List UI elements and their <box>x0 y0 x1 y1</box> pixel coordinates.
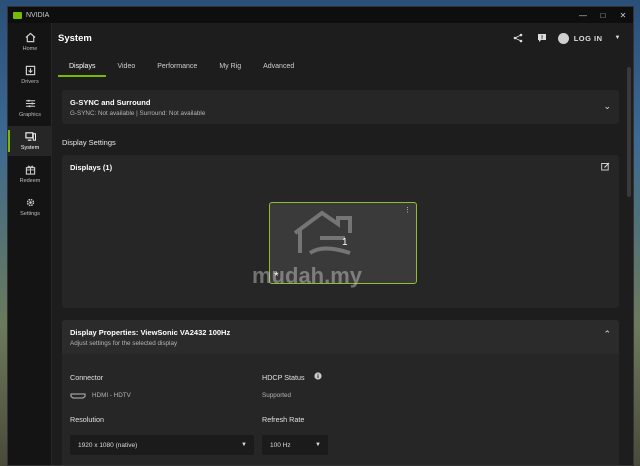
tab-advanced[interactable]: Advanced <box>252 55 305 77</box>
display-properties-panel: Display Properties: ViewSonic VA2432 100… <box>62 320 619 465</box>
close-button[interactable]: ✕ <box>613 11 633 20</box>
nvidia-app-window: NVIDIA — □ ✕ Home Drivers Graphics Syste… <box>7 6 634 466</box>
sidebar-item-redeem[interactable]: Redeem <box>8 159 52 189</box>
refresh-rate-value: 100 Hz <box>270 441 291 449</box>
display-properties-header[interactable]: Display Properties: ViewSonic VA2432 100… <box>62 320 619 354</box>
minimize-button[interactable]: — <box>573 11 593 20</box>
display-settings-heading: Display Settings <box>62 138 116 147</box>
tab-performance[interactable]: Performance <box>146 55 208 77</box>
sidebar-item-label: System <box>20 145 40 151</box>
hdmi-icon <box>70 393 86 398</box>
gsync-subtitle: G-SYNC: Not available | Surround: Not av… <box>70 110 206 117</box>
connector-label: Connector <box>70 373 104 382</box>
tab-video[interactable]: Video <box>106 55 146 77</box>
monitor-icon <box>24 132 36 141</box>
connector-text: HDMI - HDTV <box>92 392 131 399</box>
feedback-icon <box>537 34 546 42</box>
main-content: System LOG IN ▼ Displays Video Performan… <box>52 23 633 465</box>
avatar <box>557 32 569 44</box>
display-properties-subtitle: Adjust settings for the selected display <box>70 340 178 347</box>
feedback-button[interactable] <box>534 30 550 46</box>
gift-icon <box>25 165 35 175</box>
maximize-button[interactable]: □ <box>593 11 613 20</box>
tab-bar: Displays Video Performance My Rig Advanc… <box>58 55 305 77</box>
resolution-dropdown[interactable]: 1920 x 1080 (native) ▼ <box>70 435 254 455</box>
chevron-down-icon: ▼ <box>315 442 321 448</box>
gsync-title: G-SYNC and Surround <box>70 98 151 107</box>
hdcp-label: HDCP Status <box>262 373 305 382</box>
sidebar-item-drivers[interactable]: Drivers <box>8 60 52 90</box>
download-icon <box>25 65 35 76</box>
resolution-value: 1920 x 1080 (native) <box>78 441 138 449</box>
sidebar-item-settings[interactable]: Settings <box>8 192 52 222</box>
gsync-panel[interactable]: G-SYNC and Surround G-SYNC: Not availabl… <box>62 90 619 124</box>
login-label: LOG IN <box>573 33 603 43</box>
title-bar: NVIDIA — □ ✕ <box>8 7 633 23</box>
tab-my-rig[interactable]: My Rig <box>208 55 252 77</box>
sidebar-item-label: Graphics <box>18 112 41 118</box>
page-title: System <box>58 32 92 44</box>
sidebar-item-graphics[interactable]: Graphics <box>8 93 52 123</box>
display-properties-title: Display Properties: ViewSonic VA2432 100… <box>70 328 231 337</box>
app-name: NVIDIA <box>26 11 50 19</box>
scrollbar[interactable] <box>627 67 631 197</box>
sidebar-item-home[interactable]: Home <box>8 27 52 57</box>
refresh-rate-label: Refresh Rate <box>262 415 305 424</box>
sidebar-item-label: Home <box>22 46 38 52</box>
watermark-logo-icon <box>293 210 352 255</box>
watermark-text: mudah.my <box>252 263 363 288</box>
home-icon <box>25 32 35 43</box>
gear-icon <box>26 198 34 207</box>
sidebar-item-label: Redeem <box>19 178 41 184</box>
share-button[interactable] <box>510 30 526 46</box>
sidebar-item-label: Settings <box>20 211 40 217</box>
header: System LOG IN ▼ <box>52 23 633 53</box>
connector-value: HDMI - HDTV <box>70 392 131 399</box>
displays-title: Displays (1) <box>70 163 113 172</box>
resolution-label: Resolution <box>70 415 104 424</box>
chevron-down-icon[interactable]: ⌄ <box>603 101 611 112</box>
login-button[interactable]: LOG IN ▼ <box>557 32 621 44</box>
share-icon <box>513 33 523 43</box>
tab-displays[interactable]: Displays <box>58 55 107 77</box>
sidebar-item-label: Drivers <box>21 79 39 85</box>
more-options-icon[interactable]: ⋮ <box>404 206 411 214</box>
chevron-down-icon: ▼ <box>614 35 621 41</box>
sidebar-item-system[interactable]: System <box>8 126 52 156</box>
sidebar: Home Drivers Graphics System Redeem Sett… <box>8 23 52 465</box>
refresh-rate-dropdown[interactable]: 100 Hz ▼ <box>262 435 328 455</box>
chevron-up-icon[interactable]: ⌃ <box>603 329 611 340</box>
monitor-number: 1 <box>342 237 348 248</box>
info-icon[interactable] <box>314 372 322 380</box>
displays-panel: Displays (1) ⋮ 1 * mudah.my <box>62 155 619 308</box>
sliders-icon <box>25 99 35 108</box>
nvidia-logo-icon <box>13 11 22 19</box>
hdcp-value: Supported <box>262 392 292 399</box>
chevron-down-icon: ▼ <box>241 442 247 448</box>
edit-icon[interactable] <box>601 162 610 171</box>
